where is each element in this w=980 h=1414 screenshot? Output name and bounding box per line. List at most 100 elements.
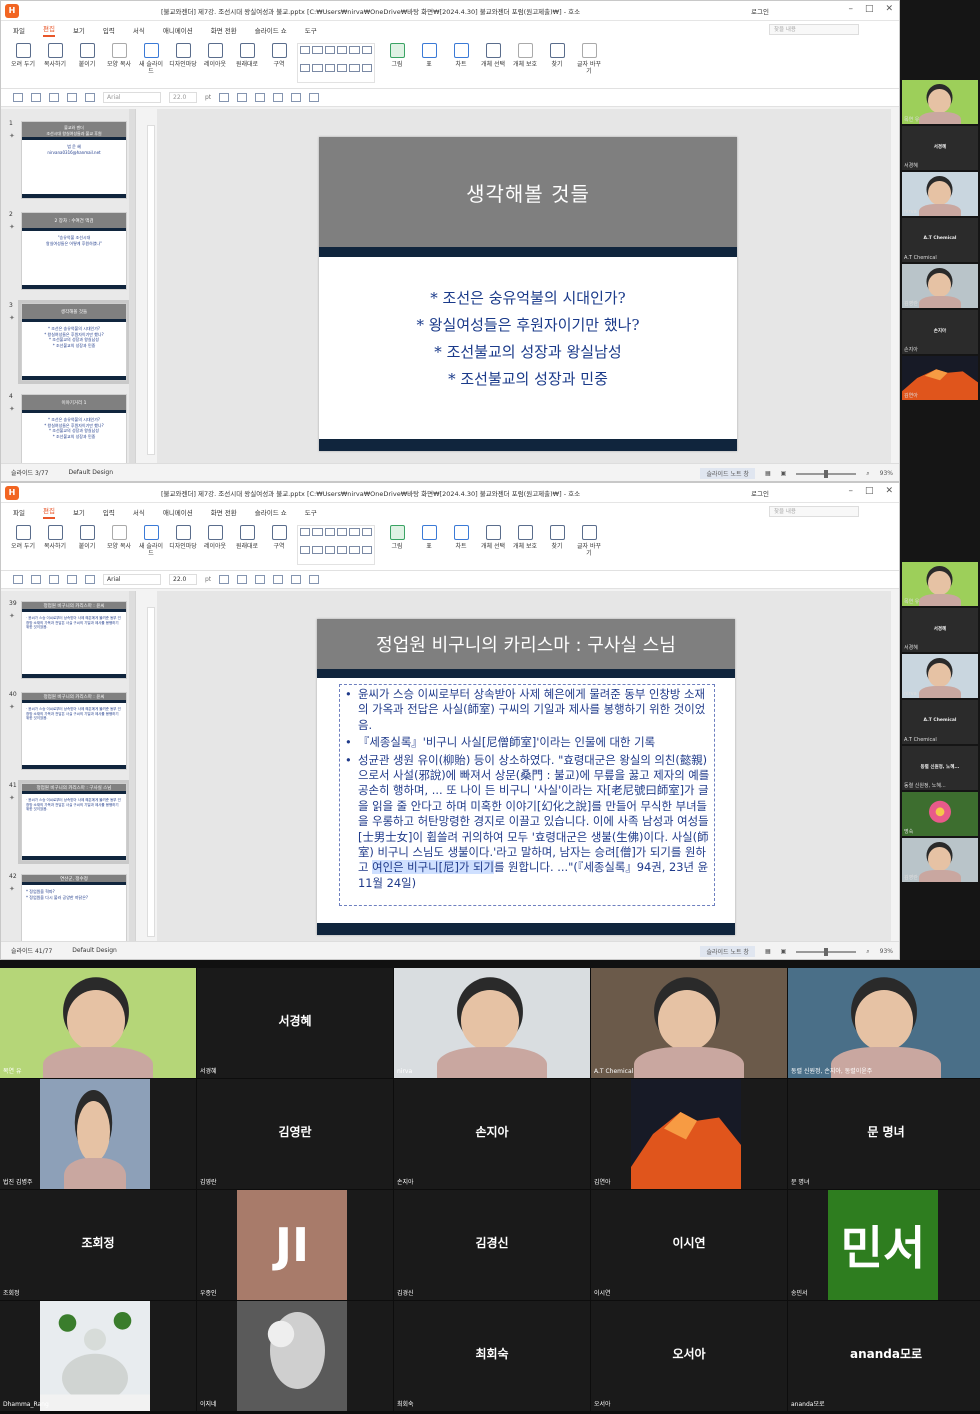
gallery-tile[interactable]: 오서아 오서아 [591,1301,787,1411]
search-icon[interactable]: ⌕ [866,948,869,956]
open-folder-icon[interactable] [31,93,41,102]
cut-button[interactable]: 오려 두기 [9,43,37,68]
gallery-tile[interactable]: 김연아 [591,1079,787,1189]
italic-icon[interactable] [237,575,248,584]
menu-file[interactable]: 파일 [13,507,25,517]
paste-button[interactable]: 붙이기 [73,43,101,68]
cut-button[interactable]: 오려 두기 [9,525,37,550]
slide-notes-button[interactable]: 슬라이드 노트 창 [700,946,755,957]
bold-icon[interactable] [219,93,230,102]
gallery-tile[interactable]: 김경신 김경신 [394,1190,590,1300]
menu-transition[interactable]: 화면 전환 [211,25,237,35]
maximize-button[interactable]: □ [865,4,874,14]
menu-animation[interactable]: 애니메이션 [163,507,193,517]
gallery-tile[interactable]: 법진 김병주 [0,1079,196,1189]
copy-button[interactable]: 복사하기 [41,43,69,68]
section-button[interactable]: 구역 [265,43,293,68]
gallery-tile[interactable]: 서경혜 서경혜 [197,968,393,1078]
search-icon[interactable]: ⌕ [866,470,869,478]
gallery-tile[interactable]: 문 명녀 문 명녀 [788,1079,980,1189]
view-slideshow-icon[interactable]: ▣ [781,470,787,477]
open-folder-icon[interactable] [31,575,41,584]
layout-button[interactable]: 레이아웃 [201,43,229,68]
participant-tile[interactable]: 서경혜 서경혜 [902,608,978,652]
picture-button[interactable]: 그림 [383,525,411,550]
gallery-tile[interactable]: 이지네 [197,1301,393,1411]
participant-tile[interactable]: 목연 유 [902,80,978,124]
find-button[interactable]: 찾기 [543,43,571,68]
undo-icon[interactable] [85,575,95,584]
slide-thumbnail-4[interactable]: 4 ✦ 이야기거리 1 * 조선은 숭유억불의 시대인가? * 왕실여성들은 후원… [9,393,127,463]
format-painter-button[interactable]: 모양 복사 [105,525,133,550]
slide-thumbnail-2[interactable]: 2 ✦ 2 장차 : 수여건 맥검 "승유억불 조선시대 왕실여성들은 어떻게 후… [9,211,127,290]
print-icon[interactable] [67,575,77,584]
gallery-tile[interactable]: 최회숙 최회숙 [394,1301,590,1411]
gallery-tile[interactable]: Dhamma_Rang [0,1301,196,1411]
paste-button[interactable]: 붙이기 [73,525,101,550]
italic-icon[interactable] [237,93,248,102]
bold-icon[interactable] [219,575,230,584]
maximize-button[interactable]: □ [865,486,874,496]
slide-thumbnail-41[interactable]: 41 ✦ 정업원 비구니의 카리스마 : 구사실 스님 · 윤씨가 스승 이씨로부… [9,780,130,864]
participant-tile[interactable]: A.T Chemical A.T Chemical [902,700,978,744]
gallery-tile[interactable]: A.T Chemical [591,968,787,1078]
font-select[interactable]: Arial [103,92,161,103]
slide-thumbnail-3[interactable]: 3 ✦ 생각해볼 것들 * 조선은 숭유억불의 시대인가? * 왕실여성들은 후원… [9,300,130,384]
menu-file[interactable]: 파일 [13,25,25,35]
current-slide[interactable]: 정업원 비구니의 카리스마 : 구사실 스님 윤씨가 스승 이씨로부터 상속받아… [317,619,735,935]
chart-button[interactable]: 차트 [447,525,475,550]
participant-tile[interactable]: 동렬 신원정, 노혜... 동렬 신원정, 노혜... [902,746,978,790]
underline-icon[interactable] [255,575,266,584]
slide-thumbnail-42[interactable]: 42 ✦ 연산군, 정수정 * 정업원을 혁파? * 정업원을 다시 불러 공양한… [9,873,127,941]
slide-notes-button[interactable]: 슬라이드 노트 창 [700,468,755,479]
view-slideshow-icon[interactable]: ▣ [781,948,787,955]
menu-view[interactable]: 보기 [73,507,85,517]
menu-transition[interactable]: 화면 전환 [211,507,237,517]
align-center-icon[interactable] [291,93,302,102]
participant-tile[interactable]: nirva [902,172,978,216]
underline-icon[interactable] [255,93,266,102]
menu-insert[interactable]: 입력 [103,507,115,517]
menu-edit[interactable]: 편집 [42,23,55,37]
replace-button[interactable]: 글자 바꾸기 [575,525,603,557]
table-button[interactable]: 표 [415,43,443,68]
copy-button[interactable]: 복사하기 [41,525,69,550]
zoom-slider[interactable] [796,469,857,478]
search-input[interactable]: 찾을 내용 [769,24,859,35]
new-file-icon[interactable] [13,575,23,584]
gallery-tile[interactable]: 조회정 조회정 [0,1190,196,1300]
menu-edit[interactable]: 편집 [42,505,55,519]
participant-tile[interactable]: 목연 유 [902,562,978,606]
layout-button[interactable]: 레이아웃 [201,525,229,550]
shapes-gallery[interactable] [297,525,375,565]
protect-object-button[interactable]: 개체 보호 [511,525,539,550]
shapes-gallery[interactable] [297,43,375,83]
gallery-tile[interactable]: nirva [394,968,590,1078]
gallery-tile[interactable]: 김영란 김영란 [197,1079,393,1189]
font-select[interactable]: Arial [103,574,161,585]
slide-thumbnail-1[interactable]: 1 ✦ 불교와 젠더 조선시대 왕실여성들과 불교 후원 법 운 혜 nirvan… [9,120,127,199]
table-button[interactable]: 표 [415,525,443,550]
picture-button[interactable]: 그림 [383,43,411,68]
menu-slideshow[interactable]: 슬라이드 쇼 [255,25,287,35]
align-left-icon[interactable] [273,575,284,584]
select-object-button[interactable]: 개체 선택 [479,525,507,550]
view-normal-icon[interactable]: ▦ [765,470,771,477]
thumbnail-scrollbar[interactable] [129,109,135,463]
menu-format[interactable]: 서식 [133,25,145,35]
login-button[interactable]: 로그인 [751,6,769,16]
font-size-input[interactable]: 22.0 [169,574,197,585]
gallery-tile[interactable]: 민서 송민서 [788,1190,980,1300]
save-icon[interactable] [49,93,59,102]
list-icon[interactable] [309,93,320,102]
current-slide[interactable]: 생각해볼 것들 * 조선은 숭유억불의 시대인가? * 왕실여성들은 후원자이기… [319,137,737,451]
search-input[interactable]: 찾을 내용 [769,506,859,517]
menu-format[interactable]: 서식 [133,507,145,517]
gallery-tile[interactable]: 손지아 손지아 [394,1079,590,1189]
slide-thumbnail-40[interactable]: 40 ✦ 정업원 비구니의 카리스마 : 윤씨 · 윤씨가 스승 이씨로부터 상속… [9,691,127,770]
print-icon[interactable] [67,93,77,102]
menu-slideshow[interactable]: 슬라이드 쇼 [255,507,287,517]
participant-tile[interactable]: 명숙 [902,792,978,836]
reset-button[interactable]: 원래대로 [233,43,261,68]
reset-button[interactable]: 원래대로 [233,525,261,550]
